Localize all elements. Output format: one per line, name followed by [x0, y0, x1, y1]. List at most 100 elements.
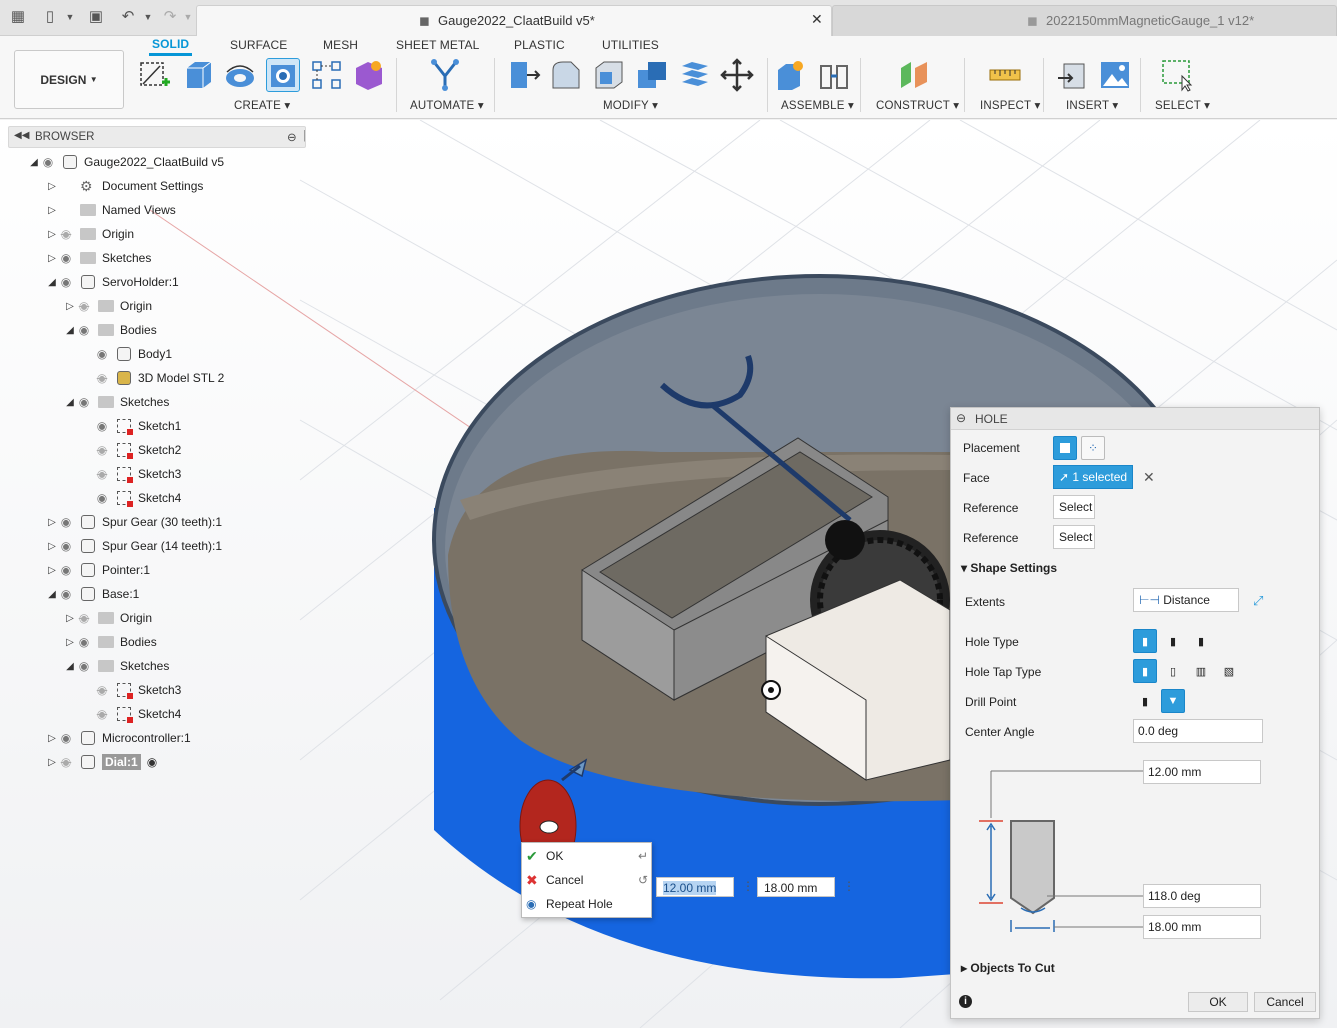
simple-hole-type-button[interactable]: ▮ [1133, 629, 1157, 653]
tab-sheet-metal[interactable]: SHEET METAL [396, 38, 479, 52]
depth-options-icon[interactable]: ⋮ [843, 879, 855, 893]
inspect-group-label[interactable]: INSPECT ▾ [980, 98, 1040, 112]
shell-icon[interactable] [592, 58, 626, 92]
reference-1-select-button[interactable]: Select [1053, 495, 1095, 519]
eye-icon[interactable]: ◉ [58, 251, 74, 265]
extents-dropdown[interactable]: ⊢⊣ Distance [1133, 588, 1239, 612]
menu-item-cancel[interactable]: ✖ Cancel ↺ [526, 869, 648, 891]
expanded-triangle-icon[interactable]: ◢ [46, 589, 58, 600]
expanded-triangle-icon[interactable]: ◢ [46, 277, 58, 288]
collapse-panel-icon[interactable]: ◀◀ [14, 130, 29, 141]
document-tab-inactive[interactable]: ◼ 2022150mmMagneticGauge_1 v12* [832, 5, 1337, 36]
collapsed-triangle-icon[interactable]: ▷ [46, 205, 58, 216]
browser-node[interactable]: ▷ ◉ Origin [46, 224, 134, 244]
info-icon[interactable]: i [959, 995, 972, 1008]
new-component-icon[interactable] [774, 58, 808, 92]
construct-group-label[interactable]: CONSTRUCT ▾ [876, 98, 959, 112]
browser-node[interactable]: ◢ ◉ Base:1 [46, 584, 139, 604]
browser-node[interactable]: ◉ Sketch3 [82, 680, 181, 700]
insert-derive-icon[interactable] [1056, 58, 1090, 92]
browser-node[interactable]: ◉ Sketch2 [82, 440, 181, 460]
browser-node[interactable]: ▷ ◉ Spur Gear (30 teeth):1 [46, 512, 222, 532]
eye-icon[interactable]: ◉ [76, 395, 92, 409]
cancel-button[interactable]: Cancel [1254, 992, 1316, 1012]
eye-icon[interactable]: ◉ [58, 275, 74, 289]
diameter-input[interactable]: 12.00 mm [1143, 760, 1261, 784]
tab-solid[interactable]: SOLID [149, 37, 193, 56]
diameter-inline-input[interactable]: 12.00 mm [656, 877, 734, 897]
automate-icon[interactable] [428, 58, 462, 92]
flip-direction-icon[interactable]: ⤢ [1253, 593, 1263, 609]
multiple-hole-placement-button[interactable]: ⁘ [1081, 436, 1105, 460]
menu-item-repeat-hole[interactable]: ◉ Repeat Hole [526, 893, 648, 915]
eye-icon[interactable]: ◉ [58, 731, 74, 745]
eye-icon[interactable]: ◉ [58, 587, 74, 601]
eye-icon[interactable]: ◉ [94, 419, 110, 433]
browser-node[interactable]: ◉ Body1 [82, 344, 172, 364]
create-group-label[interactable]: CREATE ▾ [234, 98, 290, 112]
file-icon[interactable]: ▯ [40, 8, 60, 26]
browser-node[interactable]: ◢ ◉ Sketches [64, 392, 169, 412]
eye-icon[interactable]: ◉ [76, 323, 92, 337]
browser-node[interactable]: ▷ ◉ Pointer:1 [46, 560, 150, 580]
eye-icon[interactable]: ◉ [58, 539, 74, 553]
expanded-triangle-icon[interactable]: ◢ [64, 397, 76, 408]
diameter-options-icon[interactable]: ⋮ [742, 879, 754, 893]
fillet-icon[interactable] [549, 58, 583, 92]
undo-icon[interactable]: ↶ [118, 8, 138, 26]
eye-hidden-icon[interactable]: ◉ [94, 683, 110, 697]
flat-drill-point-button[interactable]: ▮ [1133, 689, 1157, 713]
eye-hidden-icon[interactable]: ◉ [94, 467, 110, 481]
create-sketch-icon[interactable] [138, 58, 172, 92]
expanded-triangle-icon[interactable]: ◢ [64, 325, 76, 336]
objects-to-cut-toggle[interactable]: ▸ Objects To Cut [961, 961, 1055, 975]
construct-plane-icon[interactable] [897, 58, 931, 92]
collapsed-triangle-icon[interactable]: ▷ [46, 565, 58, 576]
eye-hidden-icon[interactable]: ◉ [58, 227, 74, 241]
clearance-tap-button[interactable]: ▯ [1161, 659, 1185, 683]
center-angle-input[interactable]: 0.0 deg [1133, 719, 1263, 743]
eye-icon[interactable]: ◉ [94, 347, 110, 361]
eye-icon[interactable]: ◉ [58, 563, 74, 577]
split-body-icon[interactable] [678, 58, 712, 92]
collapse-dialog-icon[interactable]: ⊖ [956, 411, 966, 425]
clear-selection-icon[interactable]: ✕ [1143, 469, 1155, 486]
expanded-triangle-icon[interactable]: ◢ [64, 661, 76, 672]
automate-group-label[interactable]: AUTOMATE ▾ [410, 98, 484, 112]
tab-surface[interactable]: SURFACE [230, 38, 287, 52]
counterbore-hole-type-button[interactable]: ▮ [1161, 629, 1185, 653]
depth-input[interactable]: 18.00 mm [1143, 915, 1261, 939]
browser-node[interactable]: ▷ ◉ Spur Gear (14 teeth):1 [46, 536, 222, 556]
ok-button[interactable]: OK [1188, 992, 1248, 1012]
eye-icon[interactable]: ◉ [76, 659, 92, 673]
face-selection-button[interactable]: ➚ 1 selected [1053, 465, 1133, 489]
file-dropdown-chevron-icon[interactable]: ▼ [60, 8, 80, 26]
browser-node[interactable]: ▷ ◉ Sketches [46, 248, 151, 268]
collapsed-triangle-icon[interactable]: ▷ [46, 253, 58, 264]
collapsed-triangle-icon[interactable]: ▷ [46, 757, 58, 768]
select-group-label[interactable]: SELECT ▾ [1155, 98, 1210, 112]
browser-node[interactable]: ◢ ◉ Sketches [64, 656, 169, 676]
tab-utilities[interactable]: UTILITIES [602, 38, 659, 52]
tab-plastic[interactable]: PLASTIC [514, 38, 565, 52]
reference-2-select-button[interactable]: Select [1053, 525, 1095, 549]
browser-node[interactable]: ◉ Sketch1 [82, 416, 181, 436]
modify-group-label[interactable]: MODIFY ▾ [603, 98, 658, 112]
workspace-switcher[interactable]: DESIGN ▼ [14, 50, 124, 109]
expanded-triangle-icon[interactable]: ◢ [28, 157, 40, 168]
assemble-group-label[interactable]: ASSEMBLE ▾ [781, 98, 854, 112]
eye-icon[interactable]: ◉ [58, 515, 74, 529]
tip-angle-input[interactable]: 118.0 deg [1143, 884, 1261, 908]
hole-tool-icon[interactable] [266, 58, 300, 92]
document-tab-active[interactable]: ◼ Gauge2022_ClaatBuild v5* ✕ [196, 5, 832, 36]
browser-node[interactable]: ◢ ◉ Gauge2022_ClaatBuild v5 [28, 152, 224, 172]
eye-hidden-icon[interactable]: ◉ [94, 371, 110, 385]
browser-node[interactable]: ▷ ◉ Origin [64, 608, 152, 628]
insert-group-label[interactable]: INSERT ▾ [1066, 98, 1118, 112]
collapsed-triangle-icon[interactable]: ▷ [64, 637, 76, 648]
browser-node[interactable]: ◉ Sketch4 [82, 704, 181, 724]
apps-grid-icon[interactable]: ▦ [8, 8, 28, 26]
angled-drill-point-button[interactable]: ▼ [1161, 689, 1185, 713]
browser-node[interactable]: ▷ ◉ Bodies [64, 632, 157, 652]
panel-pin-icon[interactable]: | [303, 130, 306, 142]
